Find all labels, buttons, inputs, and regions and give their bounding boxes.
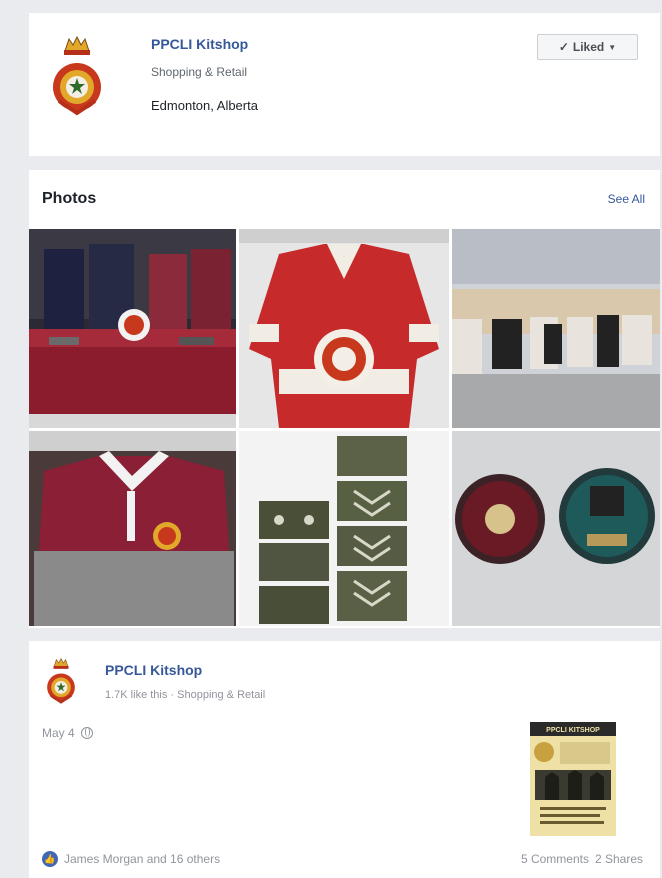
photo-rank-patches[interactable]	[239, 431, 449, 626]
post-page-meta: 1.7K like this · Shopping & Retail	[105, 689, 266, 701]
liked-label: Liked	[572, 40, 605, 54]
post-date[interactable]: May 4	[42, 726, 93, 740]
page-name-link[interactable]: PPCLI Kitshop	[151, 36, 248, 52]
post-image-poster[interactable]: PPCLI KITSHOP	[530, 722, 616, 836]
shares-count-link[interactable]: 2 Shares	[595, 852, 643, 866]
post-page-name-link[interactable]: PPCLI Kitshop	[105, 662, 202, 678]
page-info-card: PPCLI Kitshop Shopping & Retail Edmonton…	[29, 13, 660, 156]
post-avatar-crest-icon[interactable]	[45, 655, 77, 707]
photos-title: Photos	[42, 190, 97, 207]
page-category: Shopping & Retail	[151, 65, 248, 79]
reactions-text: James Morgan and 16 others	[64, 852, 221, 866]
reactions-summary[interactable]: 👍 James Morgan and 16 others	[42, 851, 220, 867]
liked-button[interactable]: ✓ Liked ▼	[537, 34, 638, 60]
comments-count-link[interactable]: 5 Comments	[521, 852, 589, 866]
post-counts: 5 Comments 2 Shares	[521, 852, 643, 866]
photos-card: Photos See All	[29, 170, 660, 628]
checkmark-icon: ✓	[558, 40, 569, 54]
poster-title: PPCLI KITSHOP	[546, 727, 600, 734]
post-date-text: May 4	[42, 726, 75, 740]
photo-boxed-prints[interactable]	[452, 229, 660, 428]
globe-icon	[80, 727, 93, 739]
see-all-link[interactable]: See All	[608, 192, 645, 206]
photo-grid	[29, 229, 660, 626]
page-crest-icon[interactable]	[51, 31, 103, 121]
page-location: Edmonton, Alberta	[151, 98, 258, 113]
like-thumb-icon: 👍	[42, 851, 58, 867]
photo-plaques[interactable]	[452, 431, 660, 626]
photo-red-hockey-jersey[interactable]	[239, 229, 449, 428]
chevron-down-icon: ▼	[608, 42, 617, 52]
photo-rugby-shirt[interactable]	[29, 431, 236, 626]
post-card: PPCLI Kitshop 1.7K like this · Shopping …	[29, 641, 660, 878]
photo-display-table[interactable]	[29, 229, 236, 428]
